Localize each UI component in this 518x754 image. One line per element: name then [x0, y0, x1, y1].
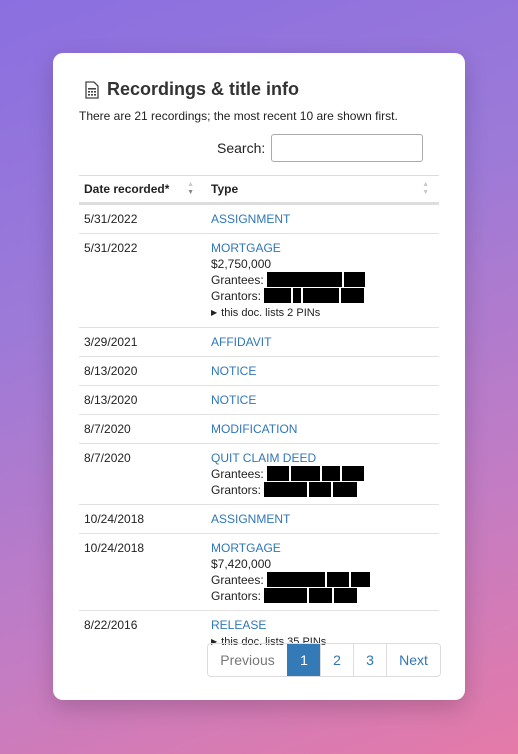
row-type-cell: AFFIDAVIT — [206, 327, 439, 357]
sort-arrows-icon: ▲ ▼ — [187, 181, 194, 196]
row-type-link[interactable]: NOTICE — [211, 364, 256, 378]
sort-arrows-icon: ▲ ▼ — [422, 181, 429, 196]
row-amount: $2,750,000 — [211, 257, 272, 271]
next-page-button[interactable]: Next — [386, 644, 440, 676]
redaction-block — [291, 466, 321, 481]
redaction-block — [293, 288, 302, 303]
redaction-block — [264, 482, 308, 497]
column-header-date-recorded[interactable]: Date recorded* ▲ ▼ — [79, 175, 206, 205]
row-type-link[interactable]: NOTICE — [211, 393, 256, 407]
recordings-card: Recordings & title info There are 21 rec… — [53, 53, 465, 700]
redaction-block — [333, 482, 358, 497]
row-date: 10/24/2018 — [79, 533, 206, 611]
grantees-label: Grantees: — [211, 273, 264, 287]
card-title: Recordings & title info — [85, 79, 299, 100]
row-type-link[interactable]: ASSIGNMENT — [211, 512, 290, 526]
page-button-3[interactable]: 3 — [353, 644, 386, 676]
row-date: 8/22/2016 — [84, 618, 138, 632]
table-row: 10/24/2018 ASSIGNMENT — [79, 504, 439, 534]
row-type-cell: ASSIGNMENT — [206, 504, 439, 534]
table-row: 5/31/2022 MORTGAGE $2,750,000 Grantees: … — [79, 233, 439, 328]
redaction-block — [342, 466, 365, 481]
column-header-type[interactable]: Type ▲ ▼ — [206, 175, 439, 205]
row-date: 5/31/2022 — [79, 203, 206, 234]
page-button-2[interactable]: 2 — [320, 644, 353, 676]
redaction-block — [334, 588, 358, 603]
row-type-link[interactable]: MODIFICATION — [211, 422, 297, 436]
row-date: 8/13/2020 — [79, 356, 206, 386]
row-amount: $7,420,000 — [211, 557, 272, 571]
recordings-intro: There are 21 recordings; the most recent… — [79, 109, 398, 123]
redaction-block — [309, 482, 332, 497]
column-header-date-label: Date recorded* — [84, 182, 170, 196]
redaction-block — [327, 572, 350, 587]
search-label: Search: — [217, 140, 266, 156]
document-icon — [85, 80, 99, 99]
row-date: 3/29/2021 — [79, 327, 206, 357]
row-type-cell: MORTGAGE $7,420,000 Grantees: Grantors: — [206, 533, 439, 611]
table-row: 8/7/2020 QUIT CLAIM DEED Grantees: Grant… — [79, 443, 439, 505]
row-date: 8/7/2020 — [79, 414, 206, 444]
table-row: 8/13/2020 NOTICE — [79, 356, 439, 386]
search-area: Search: — [217, 134, 424, 162]
row-date: 5/31/2022 — [79, 233, 206, 328]
table-header-row: Date recorded* ▲ ▼ Type ▲ ▼ — [79, 175, 439, 205]
redaction-block — [303, 288, 340, 303]
redaction-block — [267, 272, 343, 287]
redaction-block — [322, 466, 341, 481]
redaction-block — [264, 288, 292, 303]
redaction-block — [267, 466, 290, 481]
redaction-block — [344, 272, 366, 287]
row-type-cell: NOTICE — [206, 356, 439, 386]
row-date: 8/7/2020 — [79, 443, 206, 505]
column-header-type-label: Type — [211, 182, 239, 196]
grantors-label: Grantors: — [211, 289, 262, 303]
table-row: 8/7/2020 MODIFICATION — [79, 414, 439, 444]
recordings-table: Date recorded* ▲ ▼ Type ▲ ▼ 5/31/2022 ASSI… — [79, 175, 439, 656]
row-type-link[interactable]: MORTGAGE — [211, 541, 281, 555]
card-title-text: Recordings & title info — [107, 79, 300, 99]
redaction-block — [309, 588, 333, 603]
grantees-label: Grantees: — [211, 573, 264, 587]
row-type-link[interactable]: QUIT CLAIM DEED — [211, 451, 316, 465]
pins-disclosure[interactable]: ▶ this doc. lists 2 PINs — [211, 307, 320, 319]
grantees-label: Grantees: — [211, 467, 264, 481]
row-type-cell: MORTGAGE $2,750,000 Grantees: Grantors: … — [206, 233, 439, 328]
page-button-1[interactable]: 1 — [287, 644, 320, 676]
grantors-label: Grantors: — [211, 589, 262, 603]
row-type-link[interactable]: ASSIGNMENT — [211, 212, 290, 226]
disclosure-triangle-icon: ▶ — [211, 308, 218, 317]
table-row: 8/13/2020 NOTICE — [79, 385, 439, 415]
grantors-label: Grantors: — [211, 483, 262, 497]
row-type-cell: NOTICE — [206, 385, 439, 415]
table-row: 5/31/2022 ASSIGNMENT — [79, 203, 439, 234]
redaction-block — [267, 572, 326, 587]
row-type-cell: QUIT CLAIM DEED Grantees: Grantors: — [206, 443, 439, 505]
redaction-block — [264, 588, 308, 603]
redaction-block — [341, 288, 365, 303]
row-type-cell: ASSIGNMENT — [206, 203, 439, 234]
row-type-link[interactable]: MORTGAGE — [211, 241, 281, 255]
previous-page-button[interactable]: Previous — [208, 644, 287, 676]
row-type-link[interactable]: RELEASE — [211, 618, 266, 632]
row-date: 8/13/2020 — [79, 385, 206, 415]
row-type-link[interactable]: AFFIDAVIT — [211, 335, 271, 349]
pagination: Previous 1 2 3 Next — [207, 643, 441, 677]
row-type-cell: MODIFICATION — [206, 414, 439, 444]
table-row: 10/24/2018 MORTGAGE $7,420,000 Grantees:… — [79, 533, 439, 611]
redaction-block — [351, 572, 371, 587]
pins-text: this doc. lists 2 PINs — [221, 307, 321, 319]
search-input[interactable] — [271, 134, 424, 162]
row-date: 10/24/2018 — [79, 504, 206, 534]
table-row: 3/29/2021 AFFIDAVIT — [79, 327, 439, 357]
